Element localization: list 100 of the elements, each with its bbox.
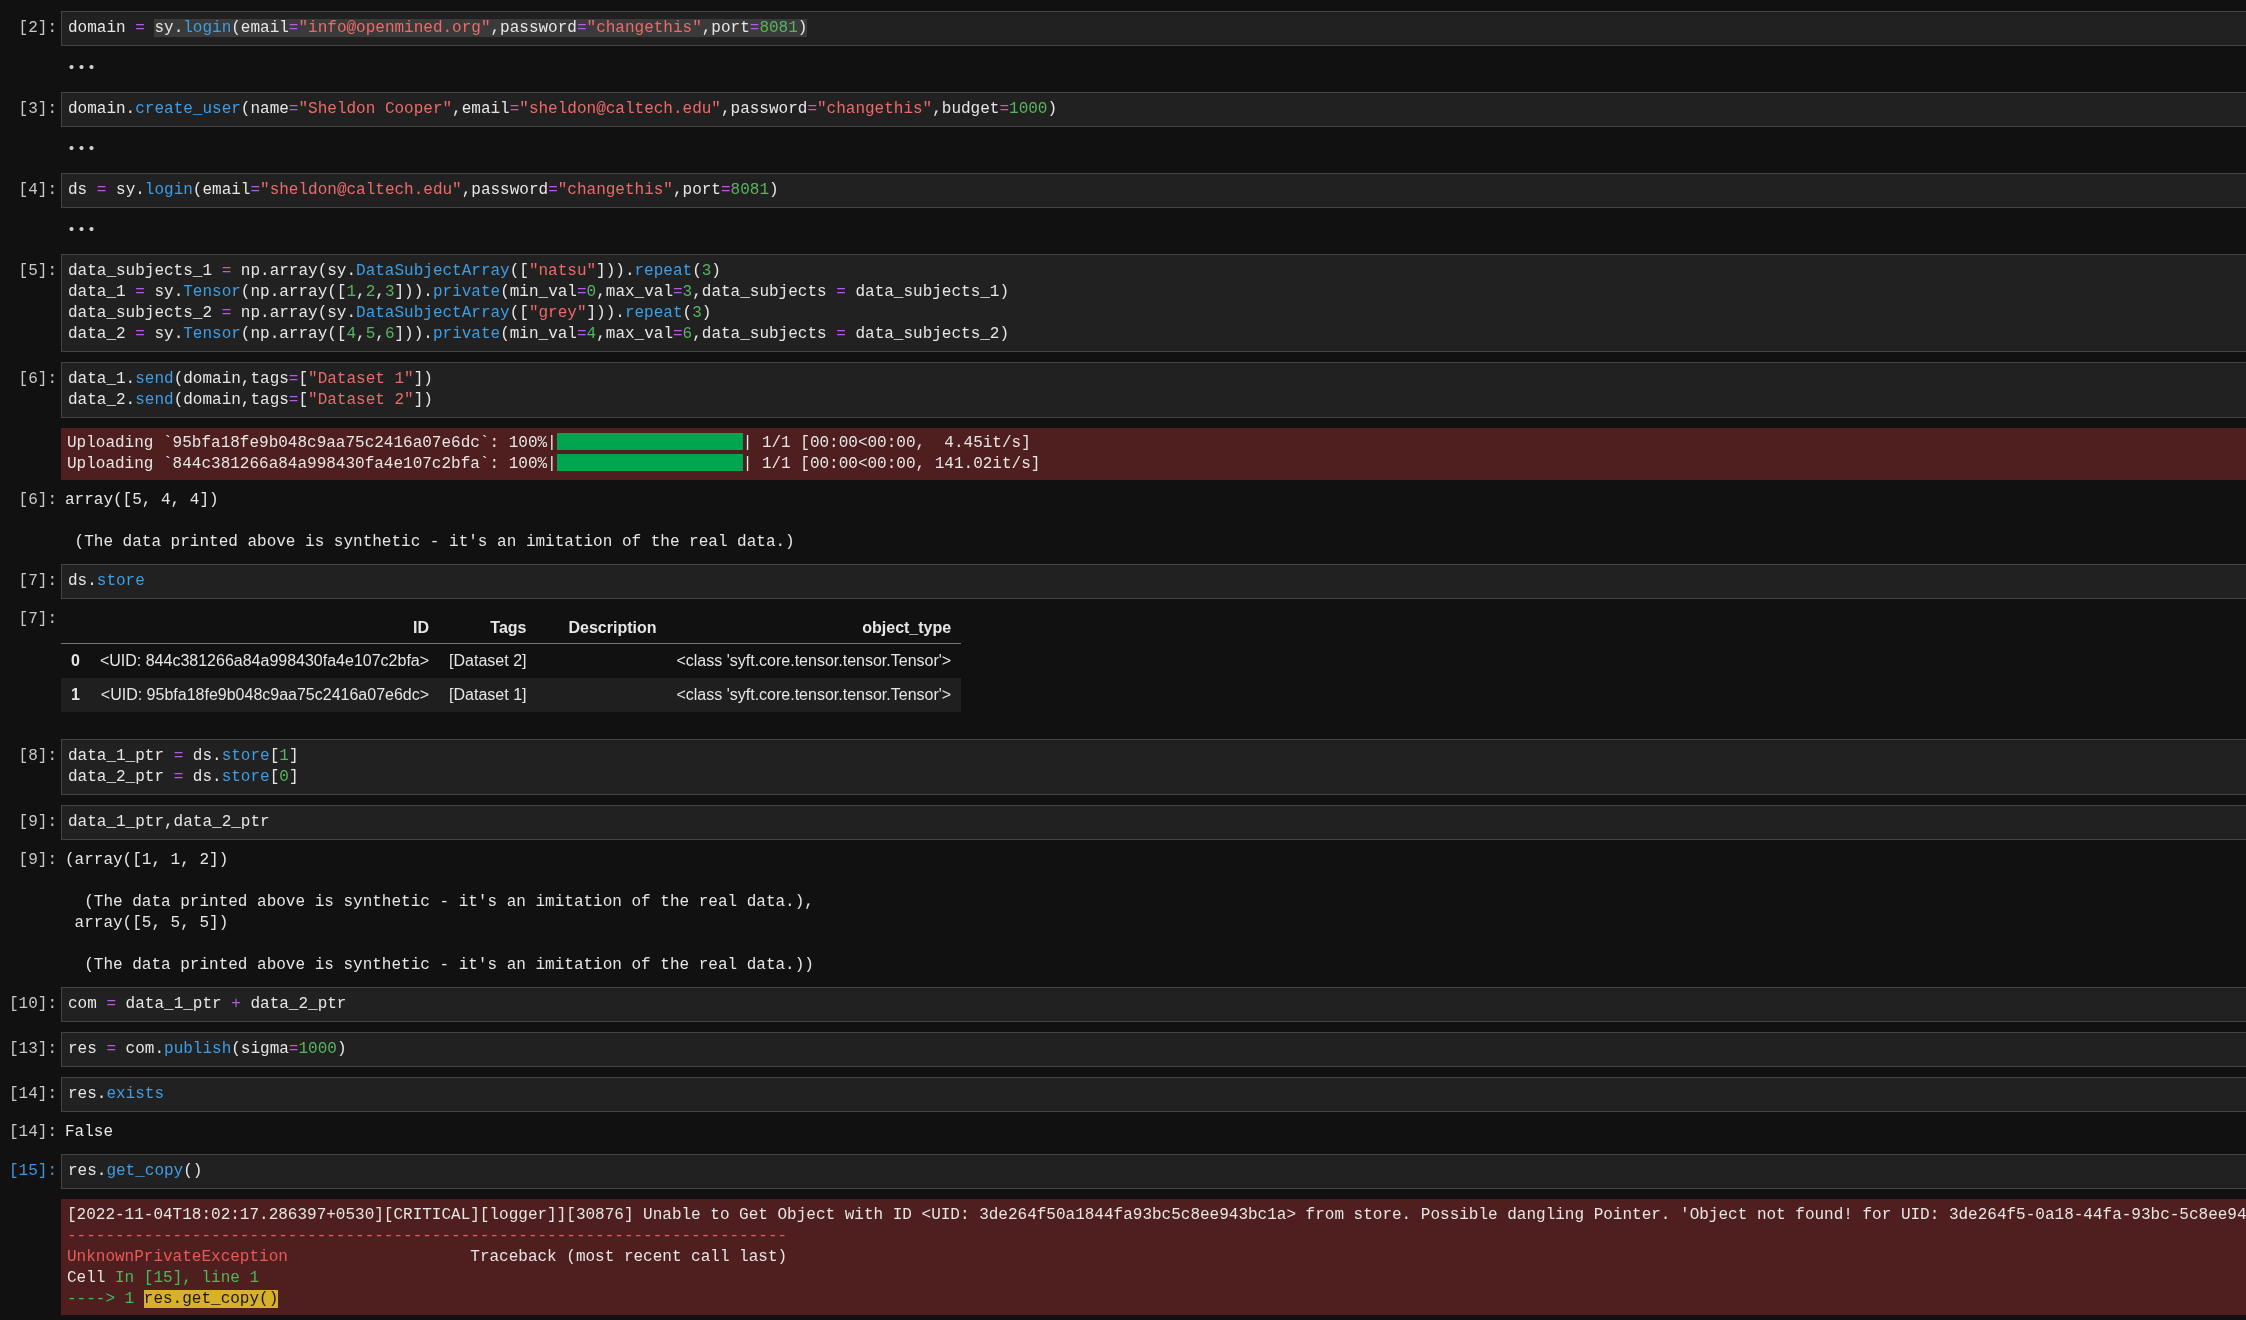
collapsed-output-indicator[interactable]: ••• [61,137,97,163]
code-text: , [375,325,385,343]
string-literal: "changethis" [817,100,933,118]
code-text: sy. [154,19,184,37]
string-literal: "sheldon@caltech.edu" [260,181,462,199]
code-text: ds [68,181,89,199]
function-name: DataSubjectArray [356,262,510,280]
error-text: UnknownPrivateException [67,1248,288,1266]
function-name: send [135,391,174,409]
table-cell: <class 'syft.core.tensor.tensor.Tensor'> [666,643,962,678]
input-prompt: [15]: [8,1161,58,1182]
operator: = [106,995,116,1013]
operator: = [836,283,846,301]
column-header: ID [413,619,430,636]
string-literal: "info@openmined.org" [298,19,491,37]
code-text: data_1 [68,283,127,301]
code-cell[interactable]: data_1_ptr = ds.store[1] data_2_ptr = ds.store[0] [61,739,2246,795]
code-text: ,email [452,100,510,118]
code-text: ,data_subjects [692,283,828,301]
code-cell[interactable]: res.exists [61,1077,2246,1112]
output-prompt: [6]: [17,490,58,511]
code-text: [2022-11-04T18:02:17.286397+0530][CRITICAL][logger]][30876] Unable to Get Object with ID <UID: 3de264f50a1844fa93bc5c8ee943bc1a> from store. Possible dangling Pointer. 'Object not found! for UID: 3de264f5-0a18-44fa-93bc-5c8ee94 [67,1206,2246,1224]
code-text: (np.array([ [240,283,347,301]
code-cell[interactable]: domain = sy.login(email="info@openmined.org",password="changethis",port=8081) [61,11,2246,46]
code-text: res. [68,1085,107,1103]
traceback-location: ----> 1 [67,1290,136,1308]
collapsed-output-indicator[interactable]: ••• [61,218,97,244]
function-name: exists [106,1085,164,1103]
code-cell[interactable]: res.get_copy() [61,1154,2246,1189]
output-text: False [65,1123,113,1141]
operator: = [250,181,261,199]
row-index: 0 [61,643,90,678]
table-cell: [Dataset 1] [439,678,537,712]
code-text: (email [192,181,251,199]
code-text: ) [336,1040,347,1058]
operator: = [509,100,520,118]
upload-text: Uploading `844c381266a84a998430fa4e107c2bfa`: 100%| [67,455,557,473]
code-text: (min_val [500,283,577,301]
code-cell[interactable]: ds = sy.login(email="sheldon@caltech.edu",password="changethis",port=8081) [61,173,2246,208]
string-literal: "natsu" [528,262,597,280]
code-text: data_1_ptr,data_2_ptr [68,813,270,831]
code-text: ( [692,262,702,280]
string-literal: "changethis" [557,181,673,199]
code-text: [ [269,768,280,786]
code-text: , [356,325,366,343]
operator: = [135,325,145,343]
code-cell[interactable] [61,254,2246,352]
operator: = [173,768,184,786]
number-literal: 1 [346,283,357,301]
code-text: () [183,1162,203,1180]
function-name: store [221,747,270,765]
code-text: ] [288,768,299,786]
number-literal: 1 [279,747,289,765]
output-prompt: [9]: [17,850,58,871]
code-text: [ [298,370,309,388]
number-literal: 3 [682,283,693,301]
output-prompt: [14]: [8,1122,58,1143]
code-text: ds. [191,768,222,786]
code-cell[interactable]: data_1_ptr,data_2_ptr [61,805,2246,840]
code-cell[interactable]: data_1.send(domain,tags=["Dataset 1"]) data_2.send(domain,tags=["Dataset 2"]) [61,362,2246,418]
function-name: private [432,283,501,301]
number-literal: 1000 [1009,100,1048,118]
code-text: (email [231,19,289,37]
function-name: login [183,19,232,37]
code-text: ds. [191,747,222,765]
code-text: (name [240,100,289,118]
highlighted-code: res.get_copy() [143,1290,279,1308]
output-text: (The data printed above is synthetic - it's an imitation of the real data.)) [83,956,814,974]
code-cell[interactable]: com = data_1_ptr + data_2_ptr [61,987,2246,1022]
string-literal: "changethis" [586,19,702,37]
operator: = [221,304,232,322]
code-text: ,max_val [596,325,673,343]
code-text: ,password [461,181,549,199]
operator: = [96,181,107,199]
code-text: ) [769,181,779,199]
code-cell[interactable]: ds.store [61,564,2246,599]
collapsed-output-indicator[interactable]: ••• [61,56,97,82]
code-text: data_subjects_1 [68,262,214,280]
code-text: data_subjects_2 [68,304,214,322]
output-text: array([5, 4, 4]) [65,491,219,509]
input-prompt: [14]: [8,1084,58,1105]
string-literal: "Dataset 2" [308,391,414,409]
table-cell: [Dataset 2] [439,643,537,678]
code-text: (domain,tags [173,370,289,388]
function-name: publish [164,1040,232,1058]
code-text: com [68,995,98,1013]
code-cell[interactable]: res = com.publish(sigma=1000) [61,1032,2246,1067]
code-text: ,password [720,100,808,118]
input-prompt: [4]: [17,180,58,201]
function-name: get_copy [106,1162,184,1180]
code-text: ) [711,262,721,280]
number-literal: 0 [279,768,289,786]
function-name: DataSubjectArray [356,304,510,322]
input-prompt: [6]: [17,369,58,390]
input-prompt: [2]: [17,18,58,39]
code-text: sy. [153,283,184,301]
function-name: login [144,181,193,199]
operator: = [836,325,846,343]
operator: = [288,1040,299,1058]
code-cell[interactable]: domain.create_user(name="Sheldon Cooper",email="sheldon@caltech.edu",password="changethis",budget=1000) [61,92,2246,127]
